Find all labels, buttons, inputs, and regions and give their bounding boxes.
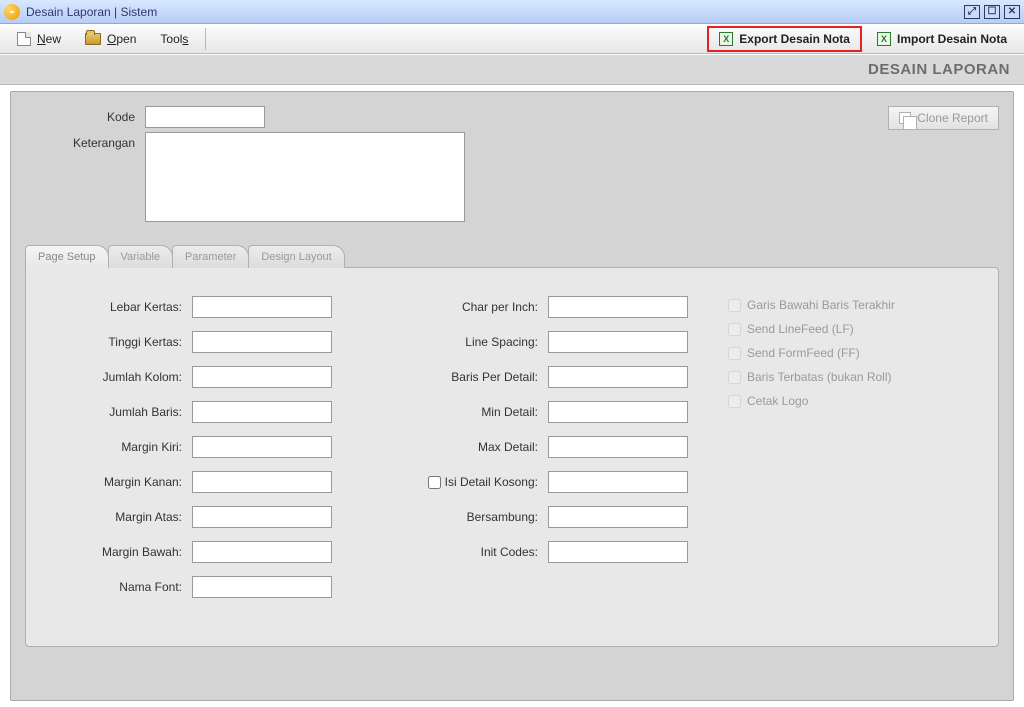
min-detail-label: Min Detail: (382, 405, 542, 419)
bersambung-label: Bersambung: (382, 510, 542, 524)
main-panel: Kode Keterangan Clone Report Page Setup … (10, 91, 1014, 701)
toolbar: New Open Tools X Export Desain Nota X Im… (0, 24, 1024, 54)
max-detail-input[interactable] (548, 436, 688, 458)
tinggi-kertas-input[interactable] (192, 331, 332, 353)
open-button[interactable]: Open (74, 28, 147, 50)
min-detail-input[interactable] (548, 401, 688, 423)
page-title: DESAIN LAPORAN (0, 54, 1024, 85)
folder-open-icon (85, 33, 101, 45)
send-ff-checkbox (728, 347, 741, 360)
tab-design-layout[interactable]: Design Layout (248, 245, 344, 268)
nama-font-label: Nama Font: (46, 580, 186, 594)
page-setup-right-column: Char per Inch: Line Spacing: Baris Per D… (382, 296, 688, 630)
margin-bawah-input[interactable] (192, 541, 332, 563)
jumlah-kolom-input[interactable] (192, 366, 332, 388)
char-per-inch-label: Char per Inch: (382, 300, 542, 314)
margin-kiri-label: Margin Kiri: (46, 440, 186, 454)
send-lf-checkbox (728, 323, 741, 336)
bersambung-input[interactable] (548, 506, 688, 528)
margin-bawah-label: Margin Bawah: (46, 545, 186, 559)
jumlah-baris-input[interactable] (192, 401, 332, 423)
baris-per-detail-input[interactable] (548, 366, 688, 388)
tools-button[interactable]: Tools (149, 28, 199, 50)
kode-label: Kode (25, 106, 135, 132)
margin-kanan-input[interactable] (192, 471, 332, 493)
tab-variable[interactable]: Variable (108, 245, 174, 268)
page-setup-left-column: Lebar Kertas: Tinggi Kertas: Jumlah Kolo… (46, 296, 332, 630)
app-icon: ◒ (4, 4, 20, 20)
baris-per-detail-label: Baris Per Detail: (382, 370, 542, 384)
clone-report-button: Clone Report (888, 106, 999, 130)
window-controls: ⤢ ☐ ✕ (964, 5, 1020, 19)
export-desain-nota-button[interactable]: X Export Desain Nota (707, 26, 862, 52)
cetak-logo-checkbox (728, 395, 741, 408)
excel-icon: X (877, 32, 891, 46)
cetak-logo-check: Cetak Logo (728, 394, 895, 408)
char-per-inch-input[interactable] (548, 296, 688, 318)
tab-body-page-setup: Lebar Kertas: Tinggi Kertas: Jumlah Kolo… (25, 267, 999, 647)
margin-atas-label: Margin Atas: (46, 510, 186, 524)
new-file-icon (17, 32, 31, 46)
tab-page-setup[interactable]: Page Setup (25, 245, 109, 268)
init-codes-input[interactable] (548, 541, 688, 563)
margin-kiri-input[interactable] (192, 436, 332, 458)
send-lf-check: Send LineFeed (LF) (728, 322, 895, 336)
window-title: Desain Laporan | Sistem (26, 5, 964, 19)
baris-terbatas-checkbox (728, 371, 741, 384)
isi-detail-kosong-checkbox[interactable] (428, 476, 441, 489)
detach-button[interactable]: ⤢ (964, 5, 980, 19)
keterangan-label: Keterangan (25, 132, 135, 222)
new-button[interactable]: New (6, 28, 72, 50)
baris-terbatas-check: Baris Terbatas (bukan Roll) (728, 370, 895, 384)
margin-kanan-label: Margin Kanan: (46, 475, 186, 489)
send-ff-check: Send FormFeed (FF) (728, 346, 895, 360)
nama-font-input[interactable] (192, 576, 332, 598)
lebar-kertas-input[interactable] (192, 296, 332, 318)
garis-bawahi-checkbox (728, 299, 741, 312)
isi-detail-kosong-input[interactable] (548, 471, 688, 493)
import-desain-nota-button[interactable]: X Import Desain Nota (866, 28, 1018, 50)
header-form: Kode Keterangan Clone Report (25, 106, 999, 225)
tab-parameter[interactable]: Parameter (172, 245, 249, 268)
page-setup-checks: Garis Bawahi Baris Terakhir Send LineFee… (728, 296, 895, 630)
close-button[interactable]: ✕ (1004, 5, 1020, 19)
init-codes-label: Init Codes: (382, 545, 542, 559)
garis-bawahi-check: Garis Bawahi Baris Terakhir (728, 298, 895, 312)
kode-input[interactable] (145, 106, 265, 128)
jumlah-baris-label: Jumlah Baris: (46, 405, 186, 419)
margin-atas-input[interactable] (192, 506, 332, 528)
tabstrip: Page Setup Variable Parameter Design Lay… (25, 245, 999, 268)
line-spacing-label: Line Spacing: (382, 335, 542, 349)
toolbar-separator (205, 28, 206, 50)
keterangan-textarea[interactable] (145, 132, 465, 222)
isi-detail-kosong-label: Isi Detail Kosong: (445, 475, 542, 489)
line-spacing-input[interactable] (548, 331, 688, 353)
tinggi-kertas-label: Tinggi Kertas: (46, 335, 186, 349)
maximize-button[interactable]: ☐ (984, 5, 1000, 19)
jumlah-kolom-label: Jumlah Kolom: (46, 370, 186, 384)
lebar-kertas-label: Lebar Kertas: (46, 300, 186, 314)
titlebar: ◒ Desain Laporan | Sistem ⤢ ☐ ✕ (0, 0, 1024, 24)
excel-icon: X (719, 32, 733, 46)
clone-icon (899, 112, 911, 124)
max-detail-label: Max Detail: (382, 440, 542, 454)
